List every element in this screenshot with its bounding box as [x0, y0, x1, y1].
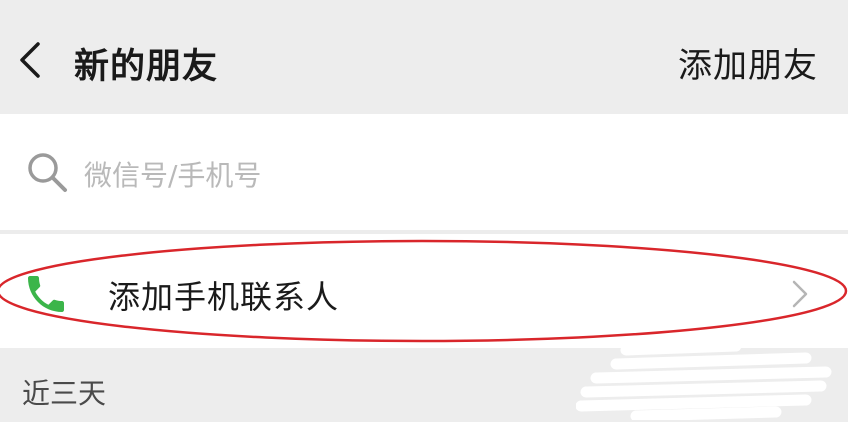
redaction-scribble: [576, 340, 832, 420]
search-icon: [28, 153, 67, 192]
page-title: 新的朋友: [74, 47, 219, 87]
add-friend-button[interactable]: 添加朋友: [678, 38, 818, 87]
chevron-right-icon: [792, 280, 808, 308]
section-header-recent: 近三天: [22, 377, 107, 410]
search-input[interactable]: [82, 154, 786, 196]
back-arrow-icon[interactable]: [14, 40, 50, 80]
search-bar[interactable]: [0, 114, 848, 230]
top-bar: 新的朋友 添加朋友: [0, 0, 848, 108]
phone-icon: [28, 276, 64, 312]
add-phone-contacts-label: 添加手机联系人: [108, 278, 340, 316]
